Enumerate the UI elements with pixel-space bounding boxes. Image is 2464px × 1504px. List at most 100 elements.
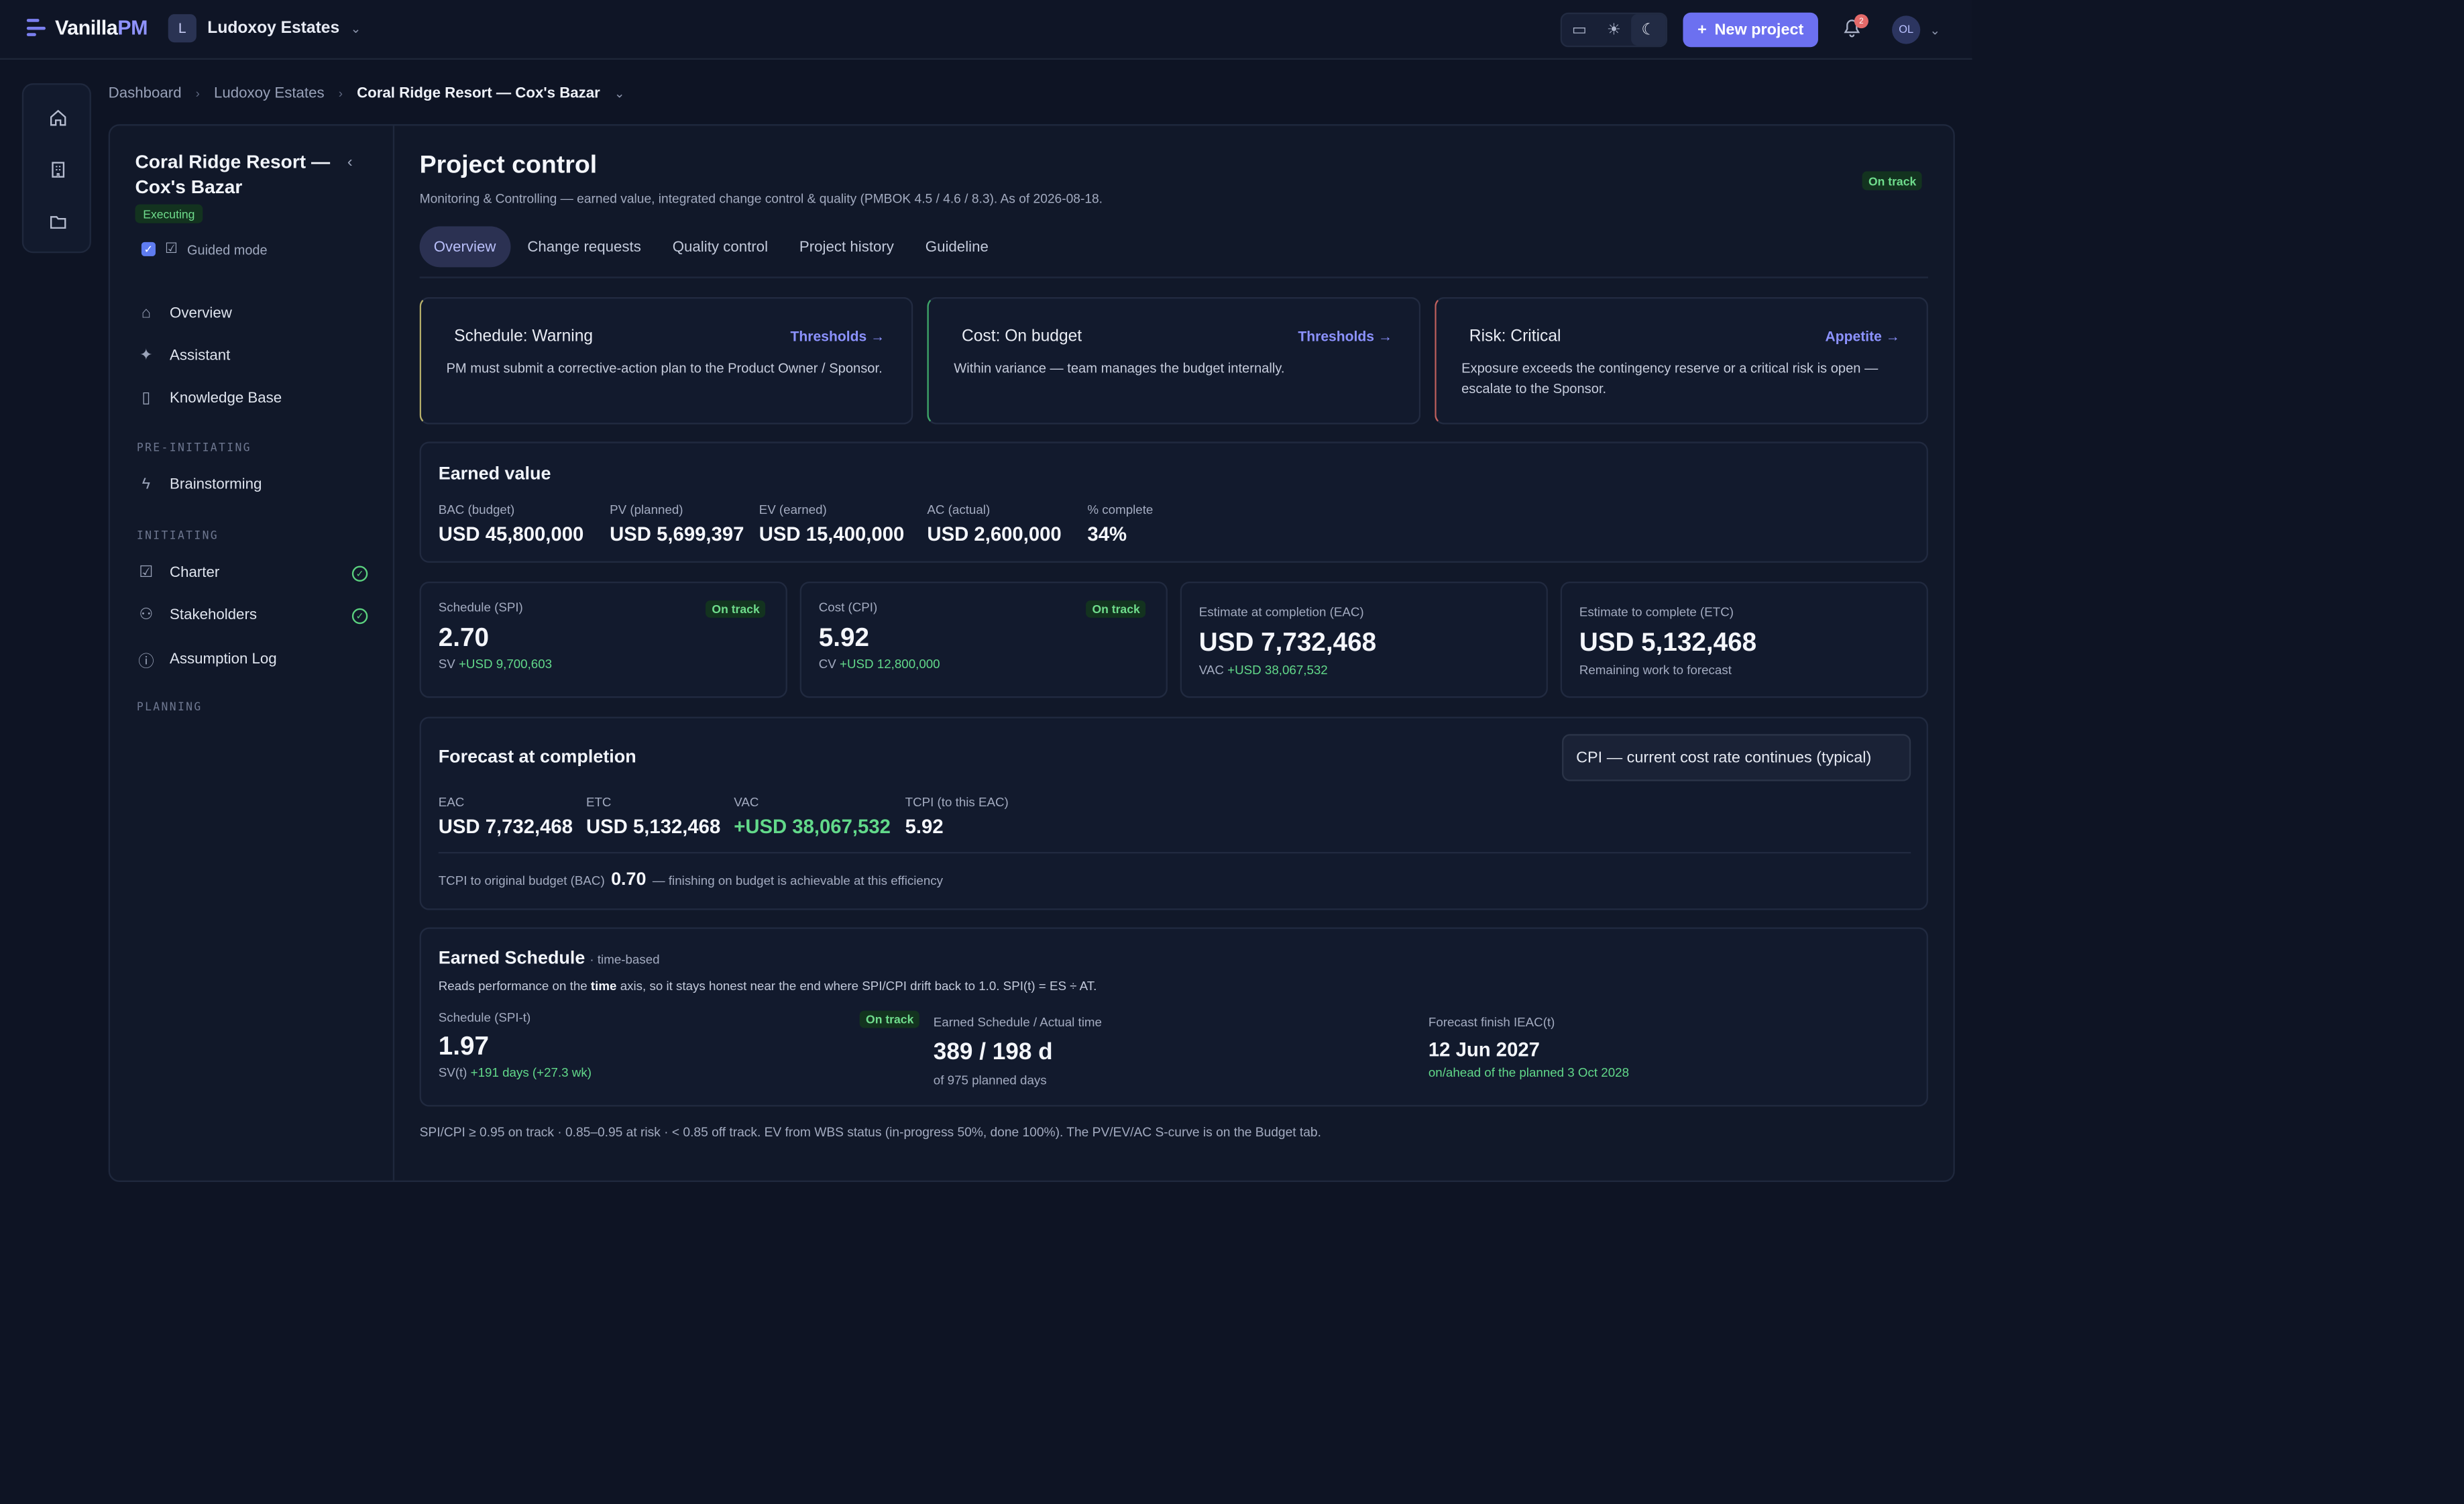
eac-value: USD 7,732,468	[1198, 629, 1377, 657]
bac-label: BAC (budget)	[438, 502, 515, 517]
logo-icon	[26, 19, 46, 36]
earned-schedule-card: Earned Schedule · time-based Reads perfo…	[419, 927, 1928, 1107]
chevron-right-icon: ›	[195, 86, 200, 101]
folder-icon[interactable]	[46, 209, 70, 234]
breadcrumb: Dashboard › Ludoxoy Estates › Coral Ridg…	[109, 85, 625, 103]
spit-value: 1.97	[438, 1032, 489, 1061]
tab-guideline[interactable]: Guideline	[911, 226, 1003, 267]
tab-bar: Overview Change requests Quality control…	[419, 226, 1003, 268]
tab-quality-control[interactable]: Quality control	[659, 226, 782, 267]
forecast-method-select[interactable]: CPI — current cost rate continues (typic…	[1562, 734, 1911, 782]
es-value: 389 / 198 d	[933, 1038, 1053, 1066]
earned-value-title: Earned value	[438, 465, 551, 484]
svt-line: SV(t) +191 days (+27.3 wk)	[438, 1065, 592, 1080]
schedule-alert-card: Schedule: Warning Thresholds → PM must s…	[419, 297, 913, 425]
forecast-eac-value: USD 7,732,468	[438, 816, 573, 838]
app-name: VanillaPM	[55, 15, 148, 40]
app-logo[interactable]: VanillaPM	[26, 15, 148, 40]
eac-label: Estimate at completion (EAC)	[1198, 605, 1364, 620]
tcpi-bac-line: TCPI to original budget (BAC) 0.70 — fin…	[438, 871, 944, 890]
nav-section-pre-initiating: PRE-INITIATING	[136, 441, 251, 455]
forecast-tcpi-label: TCPI (to this EAC)	[905, 795, 1009, 810]
app-root: VanillaPM L Ludoxoy Estates ⌄ ▭ ☀ ☾ + Ne…	[0, 0, 2464, 1504]
home-icon: ⌂	[141, 305, 151, 323]
sidebar-item-knowledge-base[interactable]: ▯ Knowledge Base	[137, 390, 282, 407]
sidebar-item-brainstorming[interactable]: ϟ Brainstorming	[137, 476, 262, 494]
percent-complete-value: 34%	[1087, 523, 1127, 546]
tab-overview[interactable]: Overview	[419, 226, 510, 268]
chevron-down-icon: ⌄	[350, 21, 361, 36]
status-badge: On track	[1086, 600, 1147, 618]
status-badge: On track	[1862, 171, 1923, 191]
avatar: OL	[1892, 15, 1921, 44]
forecast-eac-label: EAC	[438, 795, 465, 810]
org-avatar: L	[168, 14, 197, 43]
footer-note: SPI/CPI ≥ 0.95 on track · 0.85–0.95 at r…	[419, 1125, 1321, 1140]
sun-icon[interactable]: ☀	[1597, 14, 1632, 46]
check-circle-icon: ✓	[351, 566, 368, 582]
sidebar-item-assistant[interactable]: ✦ Assistant	[137, 347, 231, 365]
sidebar-item-label: Assistant	[170, 347, 231, 365]
checkbox-checked-icon[interactable]: ✓	[141, 241, 156, 256]
home-icon[interactable]	[46, 105, 70, 130]
cpi-label: Cost (CPI)	[818, 600, 878, 615]
bac-value: USD 45,800,000	[438, 523, 584, 546]
forecast-vac-label: VAC	[734, 795, 759, 810]
page-subtitle: Monitoring & Controlling — earned value,…	[419, 191, 1103, 206]
pv-label: PV (planned)	[610, 502, 683, 517]
sidebar-item-label: Knowledge Base	[170, 390, 282, 407]
appetite-link[interactable]: Appetite →	[1825, 329, 1899, 344]
earned-value-card: Earned value BAC (budget) USD 45,800,000…	[419, 441, 1928, 563]
org-switcher[interactable]: L Ludoxoy Estates ⌄	[168, 14, 361, 43]
guided-mode-label: Guided mode	[187, 241, 268, 258]
cost-alert-card: Cost: On budget Thresholds → Within vari…	[927, 297, 1421, 425]
sidebar-item-assumption-log[interactable]: ⓘ Assumption Log	[137, 647, 276, 671]
sidebar-item-label: Overview	[170, 305, 232, 323]
thresholds-link[interactable]: Thresholds →	[1298, 329, 1392, 344]
thresholds-link[interactable]: Thresholds →	[791, 329, 885, 344]
ac-label: AC (actual)	[927, 502, 991, 517]
alert-body: PM must submit a corrective-action plan …	[446, 360, 883, 376]
breadcrumb-dashboard[interactable]: Dashboard	[109, 85, 182, 103]
vac-line: VAC +USD 38,067,532	[1198, 663, 1328, 678]
nav-section-initiating: INITIATING	[136, 529, 219, 543]
breadcrumb-org[interactable]: Ludoxoy Estates	[214, 85, 325, 103]
sidebar-item-label: Stakeholders	[170, 606, 257, 625]
etc-value: USD 5,132,468	[1579, 629, 1757, 657]
new-project-label: New project	[1714, 21, 1804, 39]
sidebar-item-label: Brainstorming	[170, 476, 262, 494]
forecast-title: Forecast at completion	[438, 748, 636, 767]
check-circle-icon: ✓	[351, 608, 368, 625]
spi-label: Schedule (SPI)	[438, 600, 523, 615]
cpi-card: Cost (CPI) On track 5.92 CV +USD 12,800,…	[799, 581, 1168, 698]
tab-change-requests[interactable]: Change requests	[513, 226, 655, 267]
breadcrumb-current[interactable]: Coral Ridge Resort — Cox's Bazar	[357, 85, 600, 103]
theme-toggle-group: ▭ ☀ ☾	[1560, 12, 1668, 48]
spi-card: Schedule (SPI) On track 2.70 SV +USD 9,7…	[419, 581, 787, 698]
ev-label: EV (earned)	[759, 502, 827, 517]
etc-card: Estimate to complete (ETC) USD 5,132,468…	[1560, 581, 1928, 698]
users-icon: ⚇	[139, 606, 154, 625]
forecast-etc-value: USD 5,132,468	[585, 816, 721, 838]
pv-value: USD 5,699,397	[610, 523, 744, 546]
sidebar-item-overview[interactable]: ⌂ Overview	[137, 305, 232, 323]
monitor-icon[interactable]: ▭	[1562, 14, 1597, 46]
notification-count-badge: 2	[1854, 14, 1868, 29]
tab-project-history[interactable]: Project history	[785, 226, 908, 267]
alert-title: Schedule: Warning	[454, 327, 594, 346]
sidebar-item-label: Charter	[170, 564, 220, 582]
guided-mode-toggle[interactable]: ✓ ☑ Guided mode	[141, 240, 268, 258]
alert-title: Cost: On budget	[961, 327, 1082, 346]
sidebar-item-charter[interactable]: ☑ Charter	[137, 564, 219, 582]
es-label: Earned Schedule / Actual time	[933, 1015, 1102, 1030]
risk-alert-card: Risk: Critical Appetite → Exposure excee…	[1435, 297, 1928, 425]
new-project-button[interactable]: + New project	[1683, 12, 1818, 48]
building-icon[interactable]	[46, 157, 70, 182]
sparkle-icon: ✦	[139, 347, 153, 365]
chevron-down-icon[interactable]: ⌄	[614, 87, 625, 101]
chevron-left-icon[interactable]: ‹	[347, 154, 353, 172]
sidebar-item-stakeholders[interactable]: ⚇ Stakeholders	[137, 606, 257, 624]
moon-icon[interactable]: ☾	[1631, 14, 1666, 46]
chevron-right-icon: ›	[338, 86, 343, 101]
user-menu[interactable]: OL ⌄	[1892, 15, 1940, 44]
